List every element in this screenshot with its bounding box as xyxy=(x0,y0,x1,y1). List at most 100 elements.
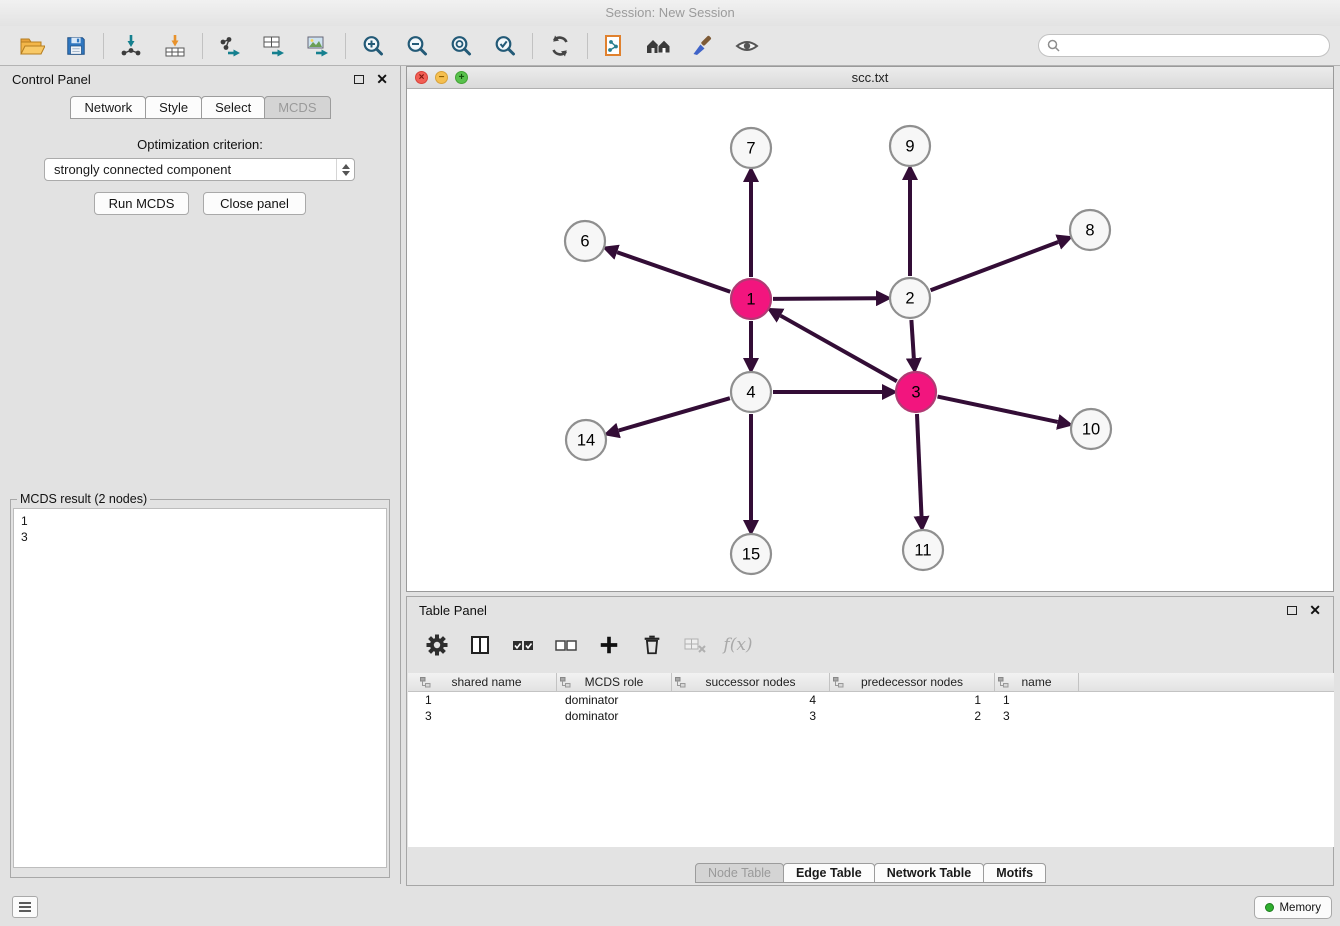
column-header-MCDS-role[interactable]: MCDS role xyxy=(557,673,672,691)
mcds-result-box[interactable]: 13 xyxy=(13,508,387,868)
export-table-button[interactable] xyxy=(252,30,296,62)
zoom-selected-button[interactable] xyxy=(483,30,527,62)
graphics-details-icon xyxy=(691,34,715,58)
graph-node-11[interactable]: 11 xyxy=(903,530,943,570)
column-header-name[interactable]: name xyxy=(995,673,1079,691)
graph-edge-2-3[interactable] xyxy=(911,320,913,358)
close-panel-icon[interactable]: ✕ xyxy=(1309,605,1321,615)
export-network-button[interactable] xyxy=(208,30,252,62)
show-columns-button[interactable] xyxy=(466,631,494,659)
tab-mcds[interactable]: MCDS xyxy=(264,96,330,119)
float-panel-icon[interactable] xyxy=(1287,606,1297,615)
graph-edge-1-2[interactable] xyxy=(773,298,876,299)
graph-node-15[interactable]: 15 xyxy=(731,534,771,574)
function-builder-button[interactable]: f(x) xyxy=(724,631,752,659)
table-cell: 3 xyxy=(995,708,1079,724)
table-settings-button[interactable] xyxy=(423,631,451,659)
titlebar: Session: New Session xyxy=(0,0,1340,26)
graph-node-6[interactable]: 6 xyxy=(565,221,605,261)
gear-icon xyxy=(426,634,448,656)
network-window-title: scc.txt xyxy=(852,70,889,85)
save-session-button[interactable] xyxy=(54,30,98,62)
refresh-button[interactable] xyxy=(538,30,582,62)
window-title: Session: New Session xyxy=(605,5,734,20)
attribute-type-icon xyxy=(420,677,431,688)
network-from-selection-button[interactable] xyxy=(593,30,637,62)
graph-node-9[interactable]: 9 xyxy=(890,126,930,166)
import-table-button[interactable] xyxy=(153,30,197,62)
criterion-dropdown[interactable]: strongly connected component xyxy=(44,158,355,181)
window-close-icon[interactable]: × xyxy=(415,71,428,84)
open-file-button[interactable] xyxy=(10,30,54,62)
node-label: 6 xyxy=(580,233,589,251)
zoom-fit-button[interactable] xyxy=(439,30,483,62)
node-label: 9 xyxy=(905,138,914,156)
table-cell: 1 xyxy=(417,692,557,708)
graph-edge-1-6[interactable] xyxy=(617,252,730,292)
show-hide-details-button[interactable] xyxy=(725,30,769,62)
network-canvas[interactable]: 7 9 6 8 1 2 4 3 14 10 15 11 xyxy=(407,89,1333,591)
criterion-value: strongly connected component xyxy=(54,162,231,177)
node-label: 1 xyxy=(746,291,755,309)
table-panel: Table Panel ✕ xyxy=(406,596,1334,886)
table-tab-motifs[interactable]: Motifs xyxy=(983,863,1046,883)
export-image-button[interactable] xyxy=(296,30,340,62)
status-bar: Memory xyxy=(0,888,1340,926)
node-label: 14 xyxy=(577,432,595,450)
table-row[interactable]: 3dominator323 xyxy=(408,708,1334,724)
search-icon xyxy=(1047,39,1060,52)
select-all-icon xyxy=(511,635,535,655)
memory-button[interactable]: Memory xyxy=(1254,896,1332,919)
graph-node-4[interactable]: 4 xyxy=(731,372,771,412)
graph-node-14[interactable]: 14 xyxy=(566,420,606,460)
table-tab-edge-table[interactable]: Edge Table xyxy=(783,863,875,883)
column-header-successor-nodes[interactable]: successor nodes xyxy=(672,673,830,691)
mcds-result-title: MCDS result (2 nodes) xyxy=(17,492,150,506)
graph-node-8[interactable]: 8 xyxy=(1070,210,1110,250)
graphics-details-button[interactable] xyxy=(681,30,725,62)
table-cell: dominator xyxy=(557,692,672,708)
import-network-button[interactable] xyxy=(109,30,153,62)
close-panel-icon[interactable]: ✕ xyxy=(376,74,388,84)
unselect-all-columns-button[interactable] xyxy=(552,631,580,659)
select-all-columns-button[interactable] xyxy=(509,631,537,659)
tab-select[interactable]: Select xyxy=(201,96,265,119)
run-mcds-button[interactable]: Run MCDS xyxy=(94,192,189,215)
graph-edge-3-11[interactable] xyxy=(917,414,922,516)
zoom-in-button[interactable] xyxy=(351,30,395,62)
table-cell: 4 xyxy=(672,692,830,708)
graph-edge-2-8[interactable] xyxy=(931,242,1059,290)
graph-node-1[interactable]: 1 xyxy=(731,279,771,319)
column-header-predecessor-nodes[interactable]: predecessor nodes xyxy=(830,673,995,691)
tab-style[interactable]: Style xyxy=(145,96,202,119)
graph-node-7[interactable]: 7 xyxy=(731,128,771,168)
window-zoom-icon[interactable]: + xyxy=(455,71,468,84)
zoom-out-button[interactable] xyxy=(395,30,439,62)
tab-network[interactable]: Network xyxy=(70,96,146,119)
delete-table-button[interactable] xyxy=(681,631,709,659)
graph-node-10[interactable]: 10 xyxy=(1071,409,1111,449)
task-history-button[interactable] xyxy=(12,896,38,918)
graph-node-2[interactable]: 2 xyxy=(890,278,930,318)
control-panel: Control Panel ✕ NetworkStyleSelectMCDS O… xyxy=(0,66,401,884)
table-tab-node-table[interactable]: Node Table xyxy=(695,863,784,883)
first-neighbors-button[interactable] xyxy=(637,30,681,62)
float-panel-icon[interactable] xyxy=(354,75,364,84)
delete-column-button[interactable] xyxy=(638,631,666,659)
close-panel-button[interactable]: Close panel xyxy=(203,192,306,215)
graph-edge-3-1[interactable] xyxy=(781,316,897,382)
attribute-type-icon xyxy=(998,677,1009,688)
table-row[interactable]: 1dominator411 xyxy=(408,692,1334,708)
table-tab-network-table[interactable]: Network Table xyxy=(874,863,985,883)
export-table-icon xyxy=(261,34,287,58)
create-column-button[interactable] xyxy=(595,631,623,659)
window-minimize-icon[interactable]: − xyxy=(435,71,448,84)
column-header-shared-name[interactable]: shared name xyxy=(417,673,557,691)
graph-node-3[interactable]: 3 xyxy=(896,372,936,412)
graph-edge-4-14[interactable] xyxy=(619,398,730,430)
graph-edge-3-10[interactable] xyxy=(938,397,1058,422)
table-cell: 3 xyxy=(417,708,557,724)
search-input[interactable] xyxy=(1065,39,1321,53)
trash-icon xyxy=(641,634,663,656)
node-label: 2 xyxy=(905,290,914,308)
